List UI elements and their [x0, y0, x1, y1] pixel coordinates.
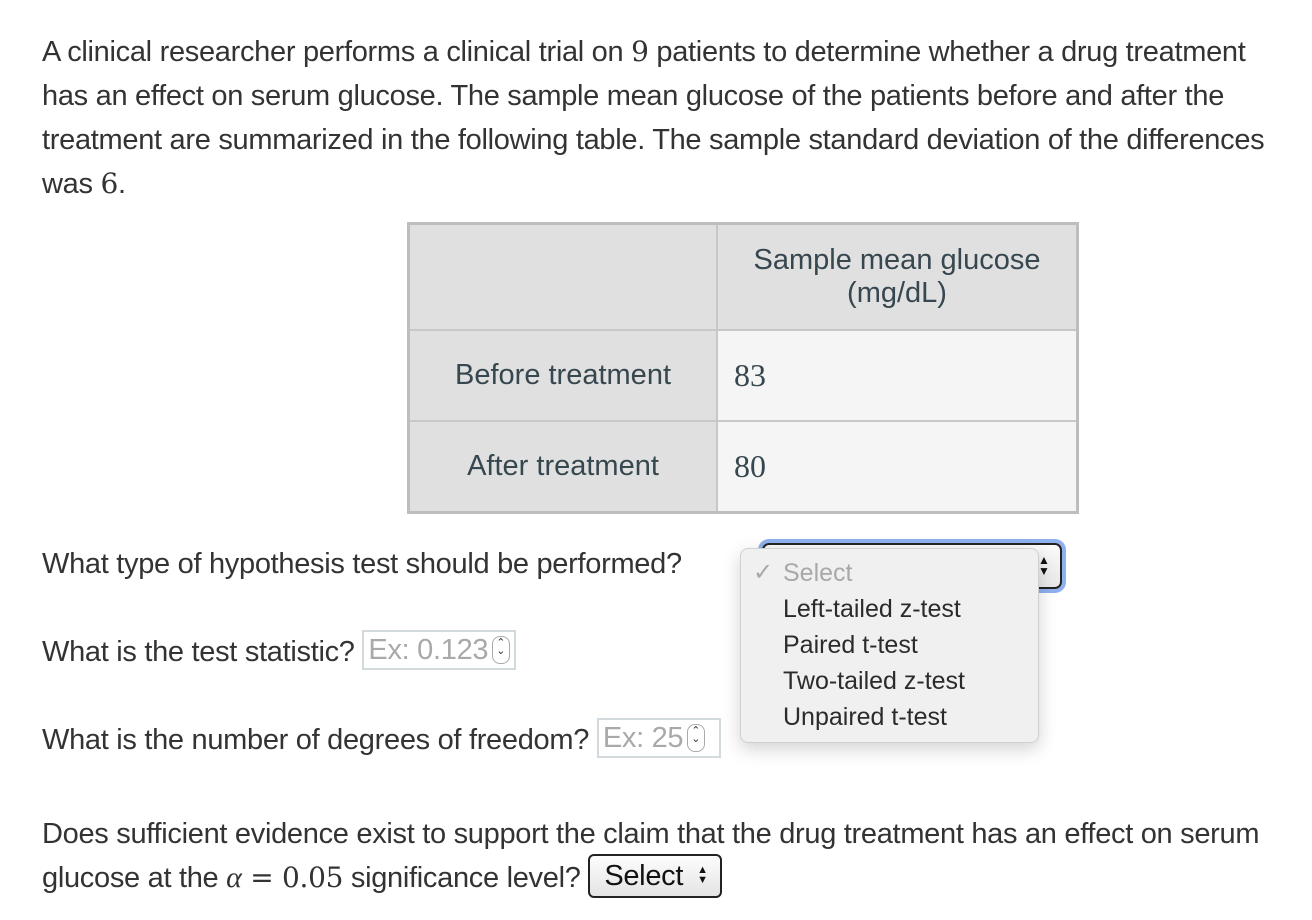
row-label-before: Before treatment — [407, 329, 718, 422]
glucose-table: Sample mean glucose (mg/dL) Before treat… — [407, 222, 1079, 514]
row-value-after: 80 — [716, 420, 1079, 514]
equals-sign: = — [241, 861, 282, 894]
checkmark-icon: ✓ — [753, 559, 774, 586]
option-label: Left-tailed z-test — [783, 595, 961, 623]
table-corner-cell — [407, 222, 718, 331]
table-row: After treatment 80 — [407, 420, 1079, 514]
option-label: Select — [783, 559, 853, 587]
select-arrows-icon: ▲ ▼ — [697, 863, 708, 886]
table-header-row: Sample mean glucose (mg/dL) — [407, 222, 1079, 331]
intro-end: . — [117, 168, 126, 200]
row-label-after: After treatment — [407, 420, 718, 514]
test-statistic-placeholder: Ex: 0.123 — [368, 634, 489, 667]
spinner-icon[interactable] — [687, 723, 706, 752]
question-test-type: What type of hypothesis test should be p… — [42, 548, 682, 581]
row-value-before: 83 — [716, 329, 1079, 422]
evidence-label-end: significance level? — [343, 862, 581, 894]
dof-placeholder: Ex: 25 — [602, 722, 684, 755]
evidence-select[interactable]: Select ▲ ▼ — [588, 854, 722, 899]
evidence-select-value: Select — [604, 860, 684, 893]
problem-statement: A clinical researcher performs a clinica… — [42, 30, 1282, 206]
alpha-value: 0.05 — [281, 861, 344, 894]
option-label: Two-tailed z-test — [783, 667, 966, 695]
test-statistic-label: What is the test statistic? — [42, 636, 355, 668]
table-row: Before treatment 83 — [407, 329, 1079, 422]
test-type-dropdown-menu[interactable]: ✓ Select Left-tailed z-test Paired t-test… — [740, 548, 1039, 743]
dof-input[interactable]: Ex: 25 — [596, 718, 721, 759]
dropdown-option-two-tailed-z-test[interactable]: Two-tailed z-test — [741, 663, 1038, 699]
patient-count: 9 — [631, 35, 649, 68]
question-dof: What is the number of degrees of freedom… — [42, 718, 721, 759]
dropdown-option-select[interactable]: ✓ Select — [741, 555, 1038, 591]
table-column-header: Sample mean glucose (mg/dL) — [716, 222, 1079, 331]
dropdown-option-unpaired-t-test[interactable]: Unpaired t-test — [741, 699, 1038, 735]
option-label: Unpaired t-test — [783, 703, 947, 731]
dof-label: What is the number of degrees of freedom… — [42, 724, 590, 756]
select-arrows-icon: ▲ ▼ — [1038, 553, 1050, 578]
test-type-label: What type of hypothesis test should be p… — [42, 548, 682, 580]
dropdown-option-left-tailed-z-test[interactable]: Left-tailed z-test — [741, 591, 1038, 627]
spinner-icon[interactable] — [492, 635, 511, 664]
option-label: Paired t-test — [783, 631, 918, 659]
dropdown-option-paired-t-test[interactable]: Paired t-test — [741, 627, 1038, 663]
sd-differences: 6 — [100, 167, 118, 200]
alpha-symbol: α — [226, 861, 242, 894]
question-test-statistic: What is the test statistic? Ex: 0.123 — [42, 630, 517, 671]
intro-text: A clinical researcher performs a clinica… — [42, 36, 632, 68]
question-evidence: Does sufficient evidence exist to suppor… — [42, 812, 1292, 900]
test-statistic-input[interactable]: Ex: 0.123 — [362, 630, 517, 671]
